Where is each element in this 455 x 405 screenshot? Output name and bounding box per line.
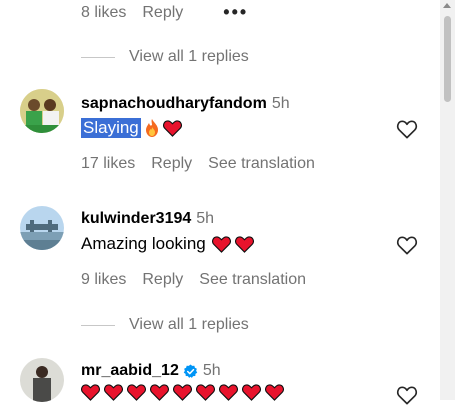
likes-count[interactable]: 17 likes (81, 155, 135, 173)
red-heart-emoji-icon (173, 384, 192, 401)
view-replies-label[interactable]: View all 1 replies (129, 48, 249, 66)
comment-text: Slaying (81, 118, 182, 138)
view-replies-button[interactable]: View all 1 replies (81, 48, 249, 66)
red-heart-emoji-icon (242, 384, 261, 401)
more-options-icon[interactable]: ••• (223, 2, 248, 23)
red-heart-emoji-icon (81, 384, 100, 401)
timestamp[interactable]: 5h (272, 95, 290, 113)
avatar[interactable] (20, 206, 64, 250)
view-replies-button[interactable]: View all 1 replies (81, 316, 249, 334)
red-heart-emoji-icon (150, 384, 169, 401)
comment-meta-row: 17 likes Reply See translation (81, 155, 331, 173)
view-replies-label[interactable]: View all 1 replies (129, 316, 249, 334)
comment-text: Amazing looking (81, 234, 254, 254)
verified-badge-icon (183, 363, 198, 378)
scrollbar-thumb[interactable] (444, 16, 451, 102)
red-heart-emoji-icon (196, 384, 215, 401)
avatar-image (20, 206, 64, 250)
red-heart-emoji-icon (104, 384, 123, 401)
avatar[interactable] (20, 358, 64, 402)
comment-header: mr_aabid_12 5h (81, 362, 221, 380)
timestamp[interactable]: 5h (196, 210, 214, 228)
username[interactable]: kulwinder3194 (81, 210, 191, 228)
red-heart-emoji-icon (127, 384, 146, 401)
username[interactable]: mr_aabid_12 (81, 362, 179, 380)
fire-emoji-icon (145, 119, 158, 137)
comment-text (81, 384, 284, 401)
likes-count[interactable]: 9 likes (81, 271, 126, 289)
reply-button[interactable]: Reply (142, 271, 183, 289)
see-translation-button[interactable]: See translation (208, 155, 315, 173)
selected-text: Slaying (81, 118, 141, 138)
like-heart-icon[interactable] (396, 235, 418, 255)
see-translation-button[interactable]: See translation (199, 271, 306, 289)
red-heart-emoji-icon (234, 235, 254, 253)
comment-meta-row: 9 likes Reply See translation (81, 271, 322, 289)
comment-body: Amazing looking (81, 234, 206, 253)
reply-button[interactable]: Reply (151, 155, 192, 173)
like-heart-icon[interactable] (396, 385, 418, 405)
avatar[interactable] (20, 89, 64, 133)
comment-header: kulwinder3194 5h (81, 210, 214, 228)
username[interactable]: sapnachoudharyfandom (81, 95, 267, 113)
replies-divider (81, 324, 115, 326)
timestamp[interactable]: 5h (203, 362, 221, 380)
red-heart-emoji-icon (211, 235, 231, 253)
scroll-up-icon[interactable] (443, 3, 451, 8)
replies-divider (81, 56, 115, 58)
comment-meta-row: 8 likes Reply ••• (81, 2, 264, 23)
red-heart-emoji-icon (162, 119, 182, 137)
avatar-image (20, 89, 64, 133)
like-heart-icon[interactable] (396, 119, 418, 139)
scrollbar[interactable] (440, 0, 455, 400)
red-heart-emoji-icon (219, 384, 238, 401)
red-heart-emoji-icon (265, 384, 284, 401)
reply-button[interactable]: Reply (142, 4, 183, 22)
comment-header: sapnachoudharyfandom 5h (81, 95, 290, 113)
likes-count[interactable]: 8 likes (81, 4, 126, 22)
avatar-image (20, 358, 64, 402)
